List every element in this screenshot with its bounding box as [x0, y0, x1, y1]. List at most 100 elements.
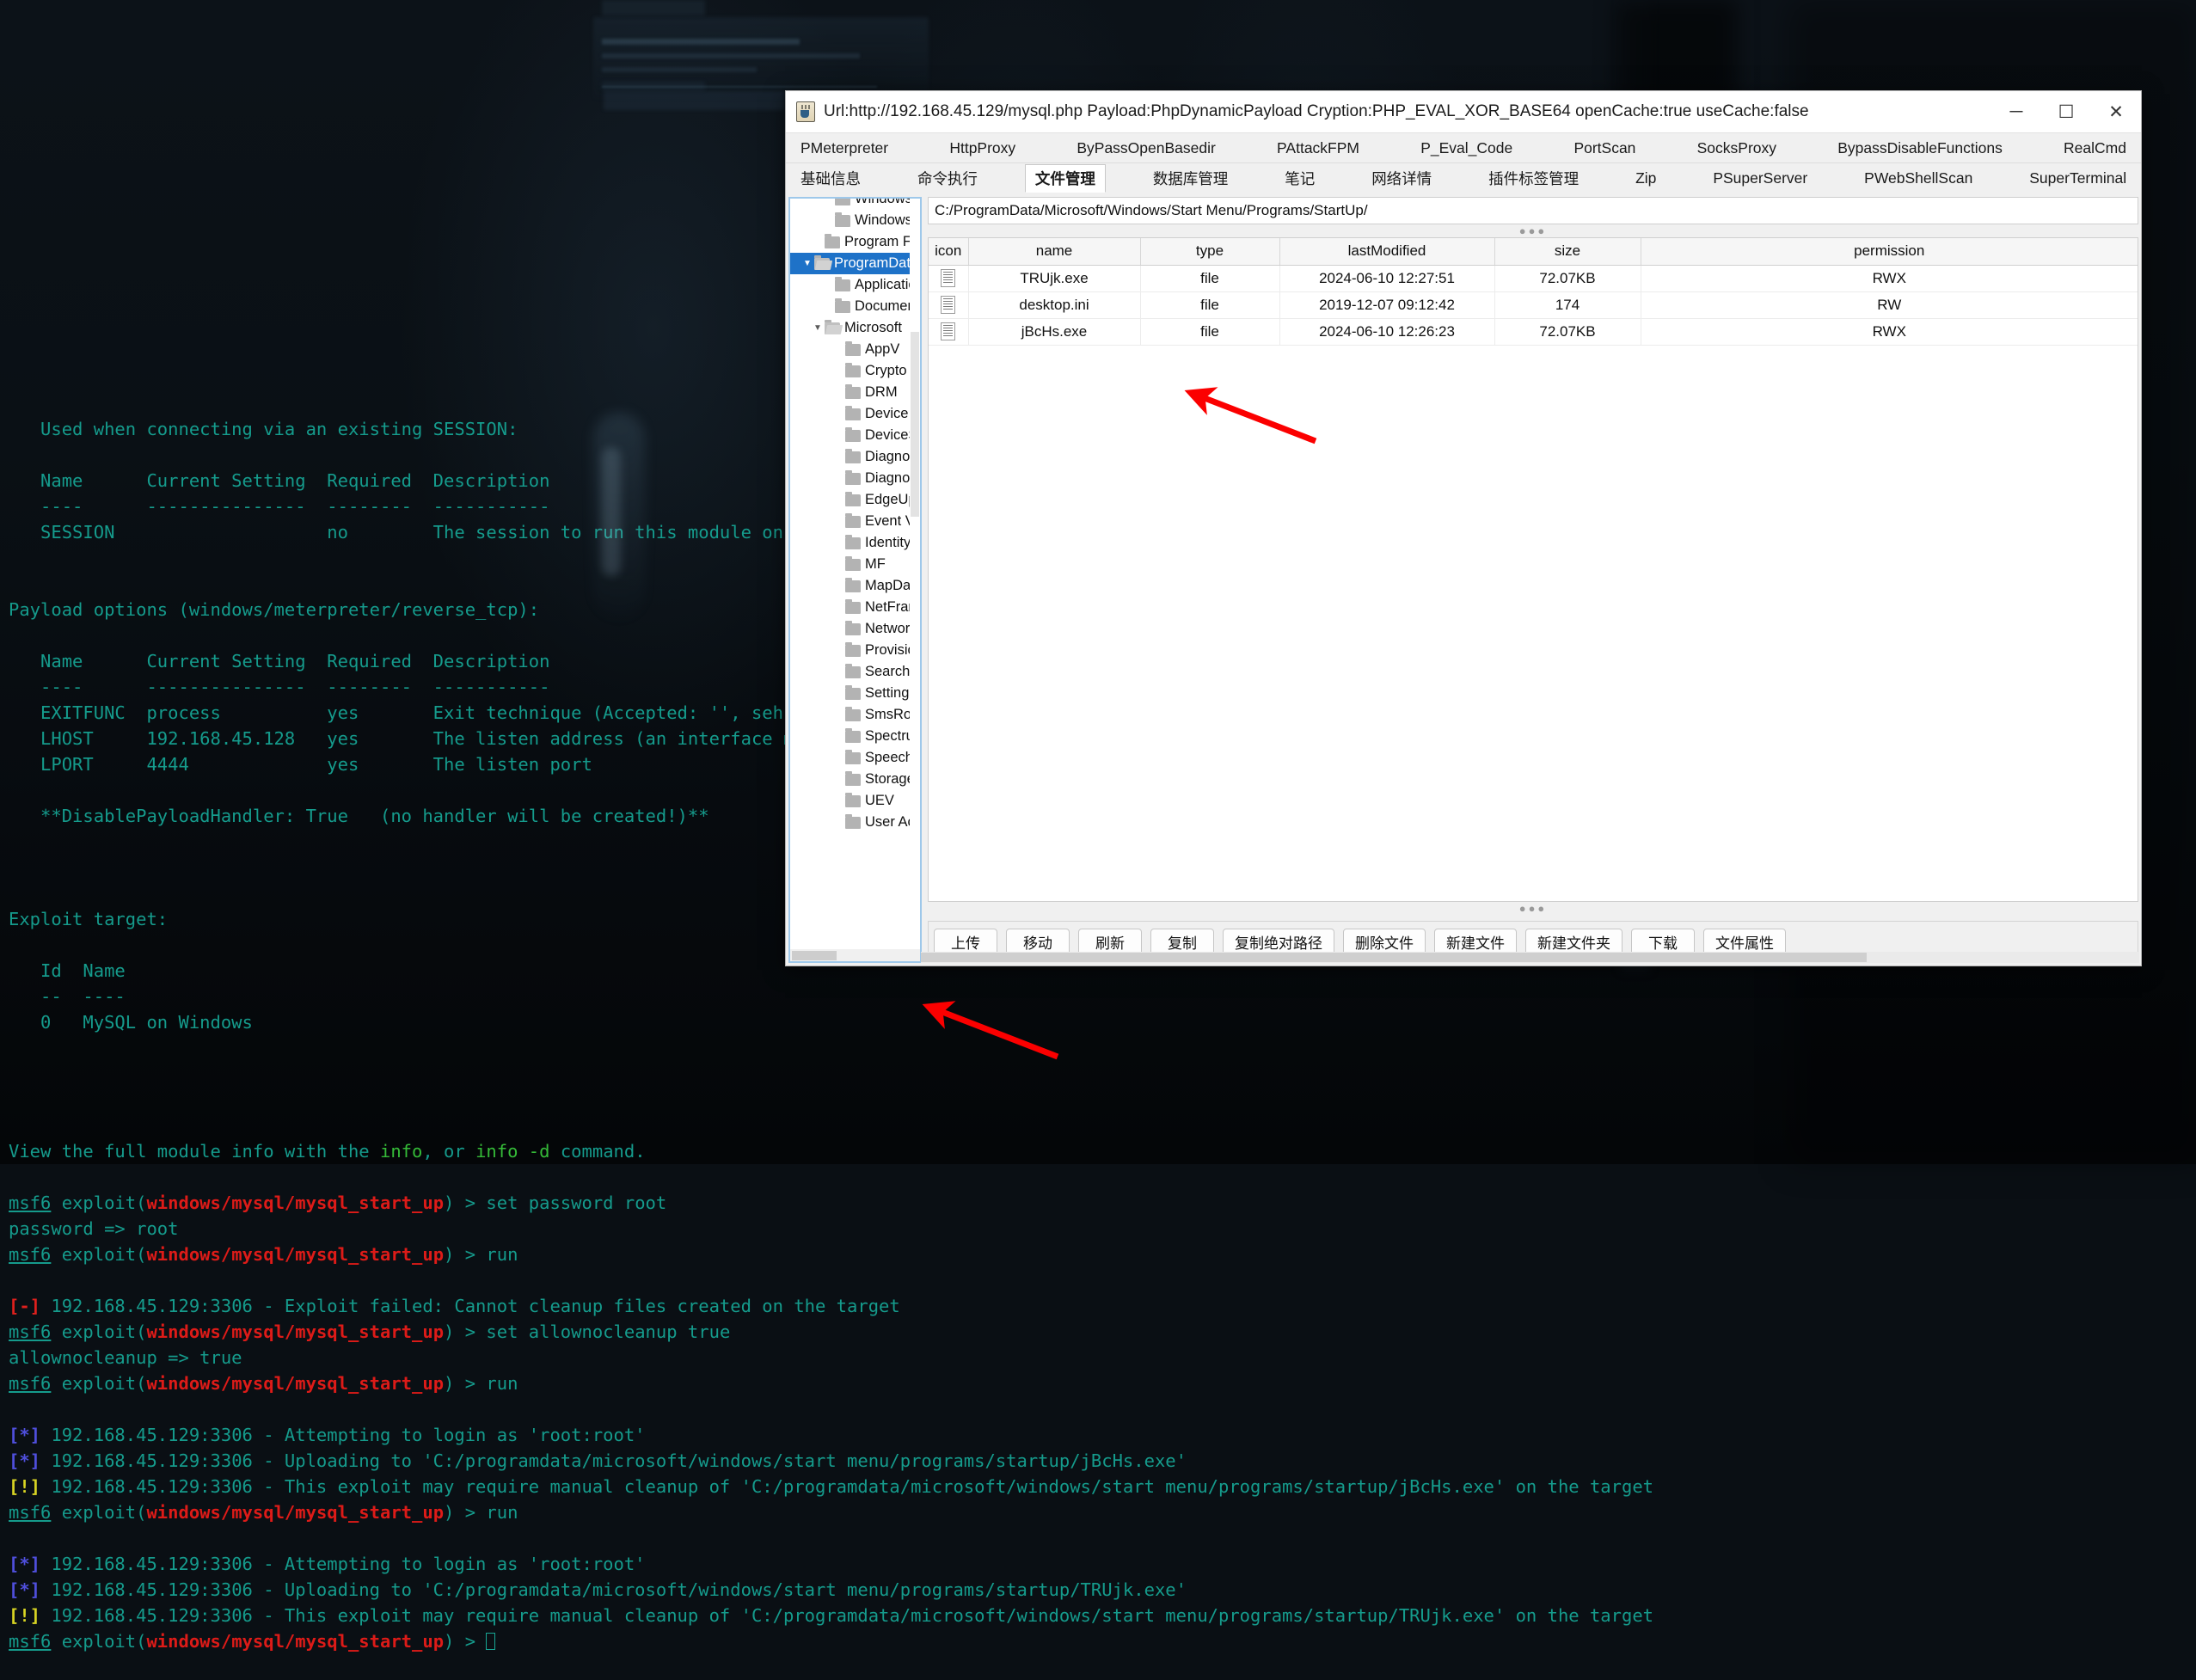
tab-0[interactable]: PMeterpreter [791, 137, 898, 160]
tree-node-microsoft[interactable]: ▼ Microsoft [790, 317, 920, 339]
tree-node-mapdata[interactable]: MapData [790, 575, 920, 597]
column-header-lastModified[interactable]: lastModified [1279, 238, 1495, 266]
terminal-line: password => root [9, 1218, 179, 1239]
tree-node-device-stage[interactable]: Device Stage [790, 403, 920, 425]
directory-tree-pane[interactable]: WindowsApps WindowsPowerShell Program File… [788, 197, 922, 963]
content-panes: WindowsApps WindowsPowerShell Program File… [786, 194, 2141, 966]
tree-node-windowsapps[interactable]: WindowsApps [790, 199, 920, 210]
file-list-pane: C:/ProgramData/Microsoft/Windows/Start M… [928, 197, 2138, 963]
tab-5[interactable]: 网络详情 [1362, 165, 1441, 192]
table-row[interactable]: TRUjk.exe file 2024-06-10 12:27:51 72.07KB R… [929, 265, 2138, 292]
tree-node-mf[interactable]: MF [790, 554, 920, 575]
tab-7[interactable]: Zip [1626, 167, 1665, 190]
folder-icon [845, 512, 861, 528]
tree-node-search[interactable]: Search [790, 661, 920, 683]
folder-icon [845, 469, 861, 485]
close-button[interactable]: ✕ [2091, 91, 2141, 132]
chevron-down-icon[interactable]: ▼ [811, 323, 825, 333]
file-table: icon name type lastModified size permission T… [929, 238, 2138, 346]
folder-icon [835, 276, 850, 291]
tab-1[interactable]: HttpProxy [940, 137, 1025, 160]
splitter-handle-top[interactable]: ●●● [928, 224, 2138, 237]
tree-node-appv[interactable]: AppV [790, 339, 920, 360]
tab-2[interactable]: 文件管理 [1024, 164, 1106, 193]
tree-node-user-account-pictures[interactable]: User Account Pictures [790, 812, 920, 833]
folder-icon [845, 340, 861, 356]
tree-node-speech-onecore[interactable]: Speech_OneCore [790, 747, 920, 769]
wallpaper-artifact [593, 17, 929, 99]
tab-3[interactable]: PAttackFPM [1267, 137, 1369, 160]
window-horizontal-scrollbar[interactable] [921, 952, 2139, 963]
path-input[interactable]: C:/ProgramData/Microsoft/Windows/Start M… [928, 197, 2138, 224]
column-header-name[interactable]: name [968, 238, 1141, 266]
tree-node-program-files-x86-[interactable]: Program Files (x86) [790, 231, 920, 253]
column-header-permission[interactable]: permission [1641, 238, 2138, 266]
tree-node-uev[interactable]: UEV [790, 790, 920, 812]
maximize-button[interactable]: ☐ [2041, 91, 2091, 132]
tab-8[interactable]: PSuperServer [1703, 167, 1817, 190]
column-header-size[interactable]: size [1494, 238, 1641, 266]
chevron-down-icon[interactable]: ▼ [800, 259, 814, 268]
tree-node-storage-health[interactable]: Storage Health [790, 769, 920, 790]
tree-node-programdata[interactable]: ▼ ProgramData [790, 253, 920, 274]
terminal-line: [*] 192.168.45.129:3306 - Attempting to … [9, 1425, 646, 1445]
wallpaper-artifact [602, 67, 757, 72]
tab-4[interactable]: 笔记 [1275, 165, 1324, 192]
table-row[interactable]: jBcHs.exe file 2024-06-10 12:26:23 72.07KB R… [929, 318, 2138, 346]
tab-9[interactable]: PWebShellScan [1855, 167, 1982, 190]
tab-4[interactable]: P_Eval_Code [1411, 137, 1522, 160]
path-text: C:/ProgramData/Microsoft/Windows/Start M… [935, 202, 1368, 218]
tab-2[interactable]: ByPassOpenBasedir [1067, 137, 1224, 160]
tree-node-spectrum[interactable]: Spectrum [790, 726, 920, 747]
cell-lastModified: 2024-06-10 12:26:23 [1279, 318, 1495, 346]
folder-icon [845, 577, 861, 592]
terminal-line: [!] 192.168.45.129:3306 - This exploit m… [9, 1476, 1654, 1497]
file-icon-cell [929, 318, 969, 346]
folder-icon [845, 727, 861, 743]
tree-node-devicesync[interactable]: DeviceSync [790, 425, 920, 446]
tree-vertical-scroll-thumb[interactable] [911, 332, 919, 517]
tree-node-crypto[interactable]: Crypto [790, 360, 920, 382]
minimize-button[interactable]: ─ [1991, 91, 2041, 132]
cell-name: jBcHs.exe [968, 318, 1141, 346]
tree-node-diagnostic[interactable]: Diagnostic [790, 468, 920, 489]
file-table-header-row[interactable]: icon name type lastModified size permission [929, 238, 2138, 266]
column-header-icon[interactable]: icon [929, 238, 969, 266]
tree-node-label: ProgramData [834, 255, 918, 271]
tree-node-windowspowershell[interactable]: WindowsPowerShell [790, 210, 920, 231]
tab-10[interactable]: SuperTerminal [2020, 167, 2136, 190]
tree-node-drm[interactable]: DRM [790, 382, 920, 403]
column-header-type[interactable]: type [1140, 238, 1280, 266]
tab-8[interactable]: RealCmd [2054, 137, 2136, 160]
tree-node-network[interactable]: Network [790, 618, 920, 640]
folder-icon [845, 641, 861, 657]
tree-node-identitycrl[interactable]: IdentityCRL [790, 532, 920, 554]
tree-horizontal-scrollbar[interactable] [790, 949, 920, 961]
window-horizontal-scroll-thumb[interactable] [921, 953, 1867, 962]
tab-3[interactable]: 数据库管理 [1144, 165, 1238, 192]
tree-node-netframework[interactable]: NetFramework [790, 597, 920, 618]
tree-node-label: Documents [855, 298, 918, 314]
tree-node-application-data[interactable]: Application Data [790, 274, 920, 296]
folder-icon [845, 706, 861, 721]
tab-1[interactable]: 命令执行 [908, 165, 987, 192]
splitter-handle-bottom[interactable]: ●●● [928, 902, 2138, 915]
tree-horizontal-scroll-thumb[interactable] [792, 951, 837, 960]
tree-vertical-scrollbar[interactable] [910, 199, 920, 949]
tree-node-event-viewer[interactable]: Event Viewer [790, 511, 920, 532]
tab-0[interactable]: 基础信息 [791, 165, 870, 192]
tree-node-documents[interactable]: Documents [790, 296, 920, 317]
tab-6[interactable]: 插件标签管理 [1479, 165, 1588, 192]
tree-node-diagnosis[interactable]: Diagnosis [790, 446, 920, 468]
tree-node-edgeupdate[interactable]: EdgeUpdate [790, 489, 920, 511]
tree-node-settings[interactable]: Settings [790, 683, 920, 704]
tab-6[interactable]: SocksProxy [1688, 137, 1786, 160]
table-row[interactable]: desktop.ini file 2019-12-07 09:12:42 174 RW [929, 291, 2138, 319]
tab-7[interactable]: BypassDisableFunctions [1828, 137, 2012, 160]
window-titlebar[interactable]: Url:http://192.168.45.129/mysql.php Payl… [786, 91, 2141, 133]
terminal-line: msf6 exploit(windows/mysql/mysql_start_u… [9, 1502, 518, 1523]
tab-5[interactable]: PortScan [1564, 137, 1645, 160]
tree-node-provisioning[interactable]: Provisioning [790, 640, 920, 661]
tree-node-smsrouter[interactable]: SmsRouter [790, 704, 920, 726]
